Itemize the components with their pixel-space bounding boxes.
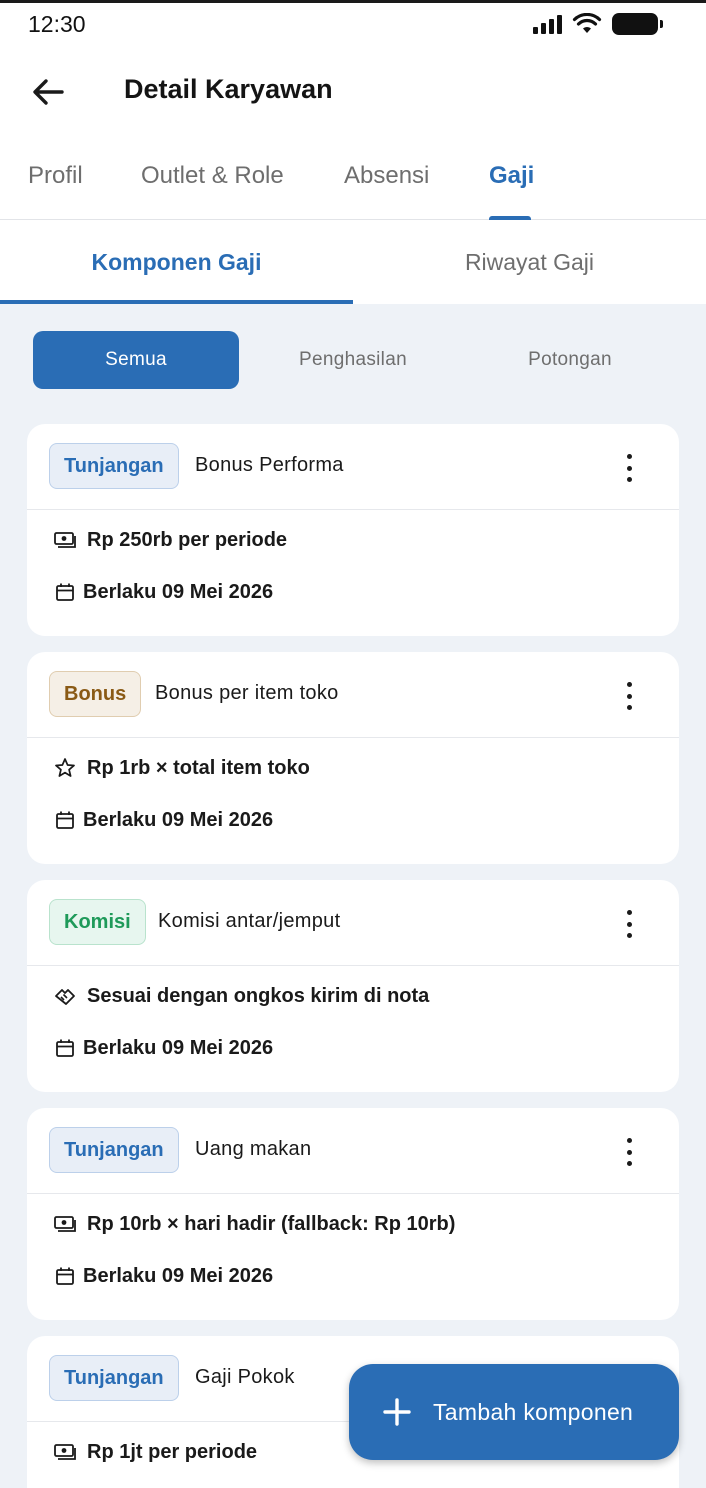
type-badge: Tunjangan — [49, 1355, 179, 1401]
arrow-left-icon — [33, 79, 64, 105]
amount-text: Sesuai dengan ongkos kirim di nota — [87, 984, 430, 1007]
amount-row: Rp 250rb per periode — [53, 528, 287, 552]
card-header: Bonus Bonus per item toko — [27, 652, 679, 738]
effective-text: Berlaku 09 Mei 2026 — [83, 808, 274, 831]
component-name: Uang makan — [195, 1138, 312, 1160]
amount-row: Rp 1rb × total item toko — [53, 756, 310, 780]
content-area: Semua Penghasilan Potongan Tunjangan Bon… — [0, 304, 706, 1488]
card-header: Tunjangan Bonus Performa — [27, 424, 679, 510]
tab-absensi[interactable]: Absensi — [344, 162, 429, 190]
tab-gaji[interactable]: Gaji — [489, 162, 534, 190]
component-name: Bonus Performa — [195, 454, 344, 476]
component-name: Komisi antar/jemput — [158, 910, 341, 932]
type-badge: Bonus — [49, 671, 142, 717]
add-component-label: Tambah komponen — [433, 1398, 634, 1425]
calendar-icon — [53, 1264, 77, 1288]
calendar-icon — [53, 580, 77, 604]
more-options-button[interactable] — [619, 1138, 639, 1166]
sub-tabs: Komponen Gaji Riwayat Gaji — [0, 220, 706, 304]
amount-row: Sesuai dengan ongkos kirim di nota — [53, 984, 429, 1008]
effective-row: Berlaku 09 Mei 2026 — [53, 1036, 273, 1060]
amount-text: Rp 10rb × hari hadir (fallback: Rp 10rb) — [87, 1212, 456, 1235]
effective-text: Berlaku 09 Mei 2026 — [83, 580, 274, 603]
type-badge: Tunjangan — [49, 443, 179, 489]
dot-icon — [626, 933, 632, 938]
effective-row: Berlaku 09 Mei 2026 — [53, 580, 273, 604]
filter-penghasilan[interactable]: Penghasilan — [250, 331, 456, 389]
more-options-button[interactable] — [619, 454, 639, 482]
status-time: 12:30 — [28, 11, 86, 37]
dot-icon — [626, 705, 632, 710]
subtab-riwayat-gaji[interactable]: Riwayat Gaji — [353, 220, 706, 304]
wifi-icon — [572, 13, 602, 33]
component-card[interactable]: Komisi Komisi antar/jemput Sesuai dengan… — [27, 880, 679, 1092]
tab-profil[interactable]: Profil — [28, 162, 83, 190]
money-icon — [53, 528, 77, 552]
subtab-komponen-gaji[interactable]: Komponen Gaji — [0, 220, 353, 304]
effective-text: Berlaku 09 Mei 2026 — [83, 1264, 274, 1287]
component-name: Gaji Pokok — [195, 1366, 295, 1388]
dot-icon — [626, 1149, 632, 1155]
filter-potongan[interactable]: Potongan — [467, 331, 673, 389]
filter-semua[interactable]: Semua — [33, 331, 239, 389]
status-bar: 12:30 — [0, 0, 706, 44]
more-options-button[interactable] — [619, 910, 639, 938]
effective-text: Berlaku 09 Mei 2026 — [83, 1036, 274, 1059]
dot-icon — [626, 1138, 632, 1143]
dot-icon — [626, 454, 632, 459]
back-button[interactable] — [26, 72, 70, 112]
plus-icon — [383, 1398, 411, 1426]
dot-icon — [626, 477, 632, 482]
amount-text: Rp 1jt per periode — [87, 1440, 258, 1463]
app-bar: Detail Karyawan — [0, 44, 706, 136]
amount-text: Rp 250rb per periode — [87, 528, 288, 551]
battery-icon — [612, 13, 663, 35]
add-component-button[interactable]: Tambah komponen — [349, 1364, 679, 1460]
calendar-icon — [53, 1036, 77, 1060]
amount-text: Rp 1rb × total item toko — [87, 756, 310, 779]
main-tabs: Profil Outlet & Role Absensi Gaji — [0, 136, 706, 220]
dot-icon — [626, 682, 632, 687]
card-header: Tunjangan Uang makan — [27, 1108, 679, 1194]
tab-outlet-role[interactable]: Outlet & Role — [141, 162, 284, 190]
money-icon — [53, 1440, 77, 1464]
dot-icon — [626, 465, 632, 471]
component-card[interactable]: Bonus Bonus per item toko Rp 1rb × total… — [27, 652, 679, 864]
type-badge: Tunjangan — [49, 1127, 179, 1173]
more-options-button[interactable] — [619, 682, 639, 710]
amount-row: Rp 10rb × hari hadir (fallback: Rp 10rb) — [53, 1212, 455, 1236]
amount-row: Rp 1jt per periode — [53, 1440, 257, 1464]
dot-icon — [626, 921, 632, 927]
component-name: Bonus per item toko — [155, 682, 339, 704]
dot-icon — [626, 1161, 632, 1166]
page-title: Detail Karyawan — [124, 74, 333, 104]
component-card[interactable]: Tunjangan Uang makan Rp 10rb × hari hadi… — [27, 1108, 679, 1320]
money-icon — [53, 1212, 77, 1236]
effective-row: Berlaku 09 Mei 2026 — [53, 808, 273, 832]
handshake-icon — [53, 984, 77, 1008]
card-header: Komisi Komisi antar/jemput — [27, 880, 679, 966]
dot-icon — [626, 693, 632, 699]
cellular-signal-icon — [533, 14, 562, 34]
status-icons — [533, 13, 663, 35]
effective-row: Berlaku 09 Mei 2026 — [53, 1264, 273, 1288]
component-card[interactable]: Tunjangan Bonus Performa Rp 250rb per pe… — [27, 424, 679, 636]
star-icon — [53, 756, 77, 780]
calendar-icon — [53, 808, 77, 832]
type-badge: Komisi — [49, 899, 146, 945]
dot-icon — [626, 910, 632, 915]
